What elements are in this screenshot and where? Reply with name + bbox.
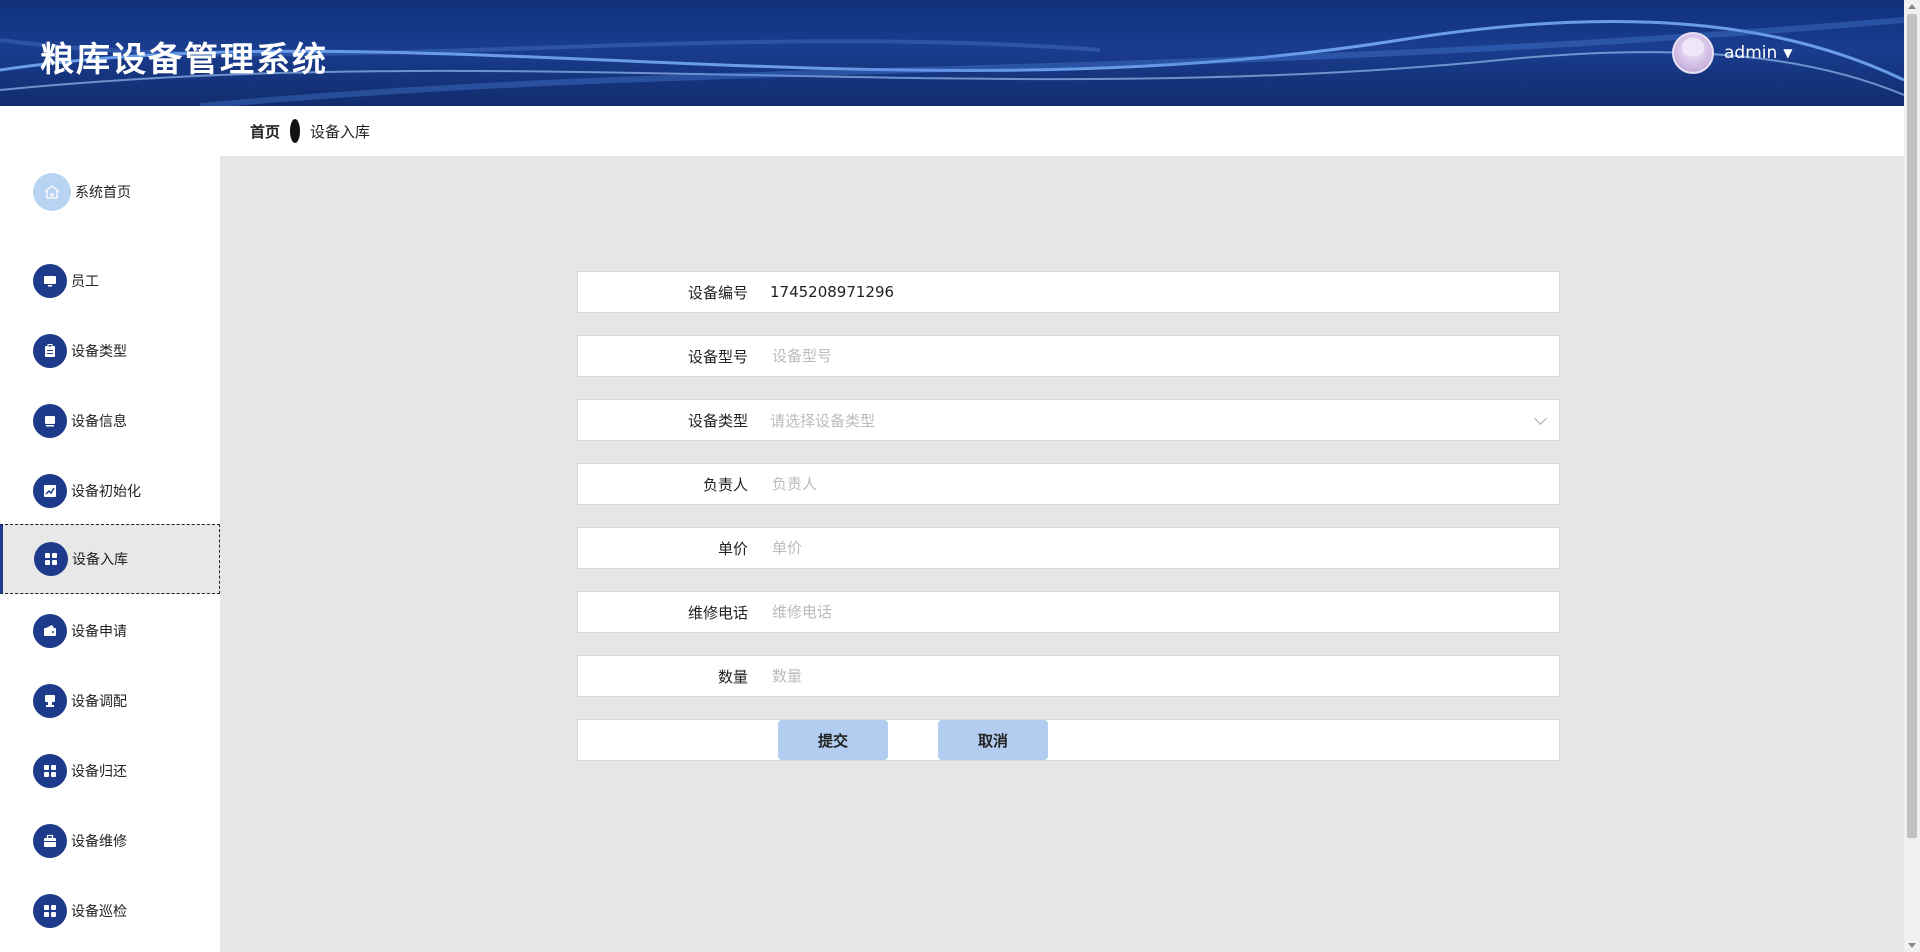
- owner-input[interactable]: [770, 474, 1534, 494]
- sidebar-item-label: 系统首页: [75, 185, 131, 201]
- sidebar-item-device-apply[interactable]: 设备申请: [0, 596, 220, 666]
- wallet-icon: [33, 614, 67, 648]
- monitor-icon: [33, 264, 67, 298]
- scroll-up-icon[interactable]: [1908, 4, 1916, 9]
- caret-down-icon[interactable]: ▼: [1783, 46, 1792, 60]
- home-icon: [33, 173, 71, 211]
- submit-button[interactable]: 提交: [778, 720, 888, 760]
- breadcrumb-current: 设备入库: [310, 122, 371, 141]
- form-row-unit-price: 单价: [577, 527, 1560, 569]
- device-no-value: 1745208971296: [770, 283, 895, 301]
- user-menu[interactable]: admin ▼: [1672, 32, 1793, 74]
- unit-price-input[interactable]: [770, 538, 1534, 558]
- briefcase-icon: [33, 824, 67, 858]
- grid-icon: [33, 754, 67, 788]
- device-model-label: 设备型号: [687, 347, 748, 366]
- sidebar-item-label: 设备归还: [71, 764, 127, 780]
- username[interactable]: admin: [1724, 43, 1777, 63]
- sidebar-item-label: 设备入库: [72, 552, 128, 568]
- grid-icon: [34, 542, 68, 576]
- device-type-label: 设备类型: [687, 411, 748, 430]
- form-row-actions: 提交 取消: [577, 719, 1560, 761]
- form-row-device-model: 设备型号: [577, 335, 1560, 377]
- sidebar-item-device-stockin[interactable]: 设备入库: [0, 524, 220, 594]
- avatar[interactable]: [1672, 32, 1714, 74]
- form-row-quantity: 数量: [577, 655, 1560, 697]
- sidebar-item-label: 设备类型: [71, 344, 127, 360]
- repair-phone-input[interactable]: [770, 602, 1534, 622]
- sidebar-item-label: 设备维修: [71, 834, 127, 850]
- repair-phone-label: 维修电话: [687, 603, 748, 622]
- sidebar-item-device-repair[interactable]: 设备维修: [0, 806, 220, 876]
- breadcrumb: 首页 设备入库: [220, 106, 1904, 156]
- breadcrumb-home[interactable]: 首页: [250, 121, 280, 142]
- scrollbar-thumb[interactable]: [1907, 14, 1917, 838]
- display-icon: [33, 404, 67, 438]
- device-no-label: 设备编号: [687, 283, 748, 302]
- sidebar-item-device-inspect[interactable]: 设备巡检: [0, 876, 220, 946]
- sidebar-item-device-allocate[interactable]: 设备调配: [0, 666, 220, 736]
- scroll-down-icon[interactable]: [1908, 943, 1916, 948]
- app-header: 粮库设备管理系统 admin ▼: [0, 0, 1904, 106]
- unit-price-label: 单价: [717, 539, 748, 558]
- sidebar-item-employee[interactable]: 员工: [0, 246, 220, 316]
- clipboard-icon: [33, 334, 67, 368]
- sidebar-item-device-info[interactable]: 设备信息: [0, 386, 220, 456]
- sidebar-item-label: 设备调配: [71, 694, 127, 710]
- cancel-button[interactable]: 取消: [938, 720, 1048, 760]
- stamp-icon: [33, 684, 67, 718]
- form-row-device-type: 设备类型 请选择设备类型: [577, 399, 1560, 441]
- app-title: 粮库设备管理系统: [40, 40, 328, 80]
- sidebar-item-label: 员工: [71, 274, 99, 290]
- sidebar-item-device-type[interactable]: 设备类型: [0, 316, 220, 386]
- breadcrumb-separator-icon: [290, 119, 301, 143]
- chevron-down-icon[interactable]: [1534, 411, 1547, 425]
- sidebar-item-label: 设备巡检: [71, 904, 127, 920]
- device-model-input[interactable]: [770, 346, 1534, 366]
- form-row-owner: 负责人: [577, 463, 1560, 505]
- form-row-device-no: 设备编号 1745208971296: [577, 271, 1560, 313]
- form-row-repair-phone: 维修电话: [577, 591, 1560, 633]
- owner-label: 负责人: [702, 475, 748, 494]
- grid-icon: [33, 894, 67, 928]
- sidebar-item-label: 设备申请: [71, 624, 127, 640]
- sidebar-item-device-init[interactable]: 设备初始化: [0, 456, 220, 526]
- sidebar-item-home[interactable]: 系统首页: [0, 157, 220, 227]
- sidebar-item-label: 设备信息: [71, 414, 127, 430]
- page-scrollbar[interactable]: [1904, 0, 1920, 952]
- device-type-select[interactable]: 请选择设备类型: [770, 410, 1536, 431]
- quantity-label: 数量: [717, 667, 748, 686]
- chart-icon: [33, 474, 67, 508]
- sidebar-item-label: 设备初始化: [71, 484, 141, 500]
- sidebar: 系统首页 员工 设备类型 设备信息 设备初始化 设备入库 设备申请 设备调配 设…: [0, 106, 220, 952]
- quantity-input[interactable]: [770, 666, 1534, 686]
- sidebar-item-device-return[interactable]: 设备归还: [0, 736, 220, 806]
